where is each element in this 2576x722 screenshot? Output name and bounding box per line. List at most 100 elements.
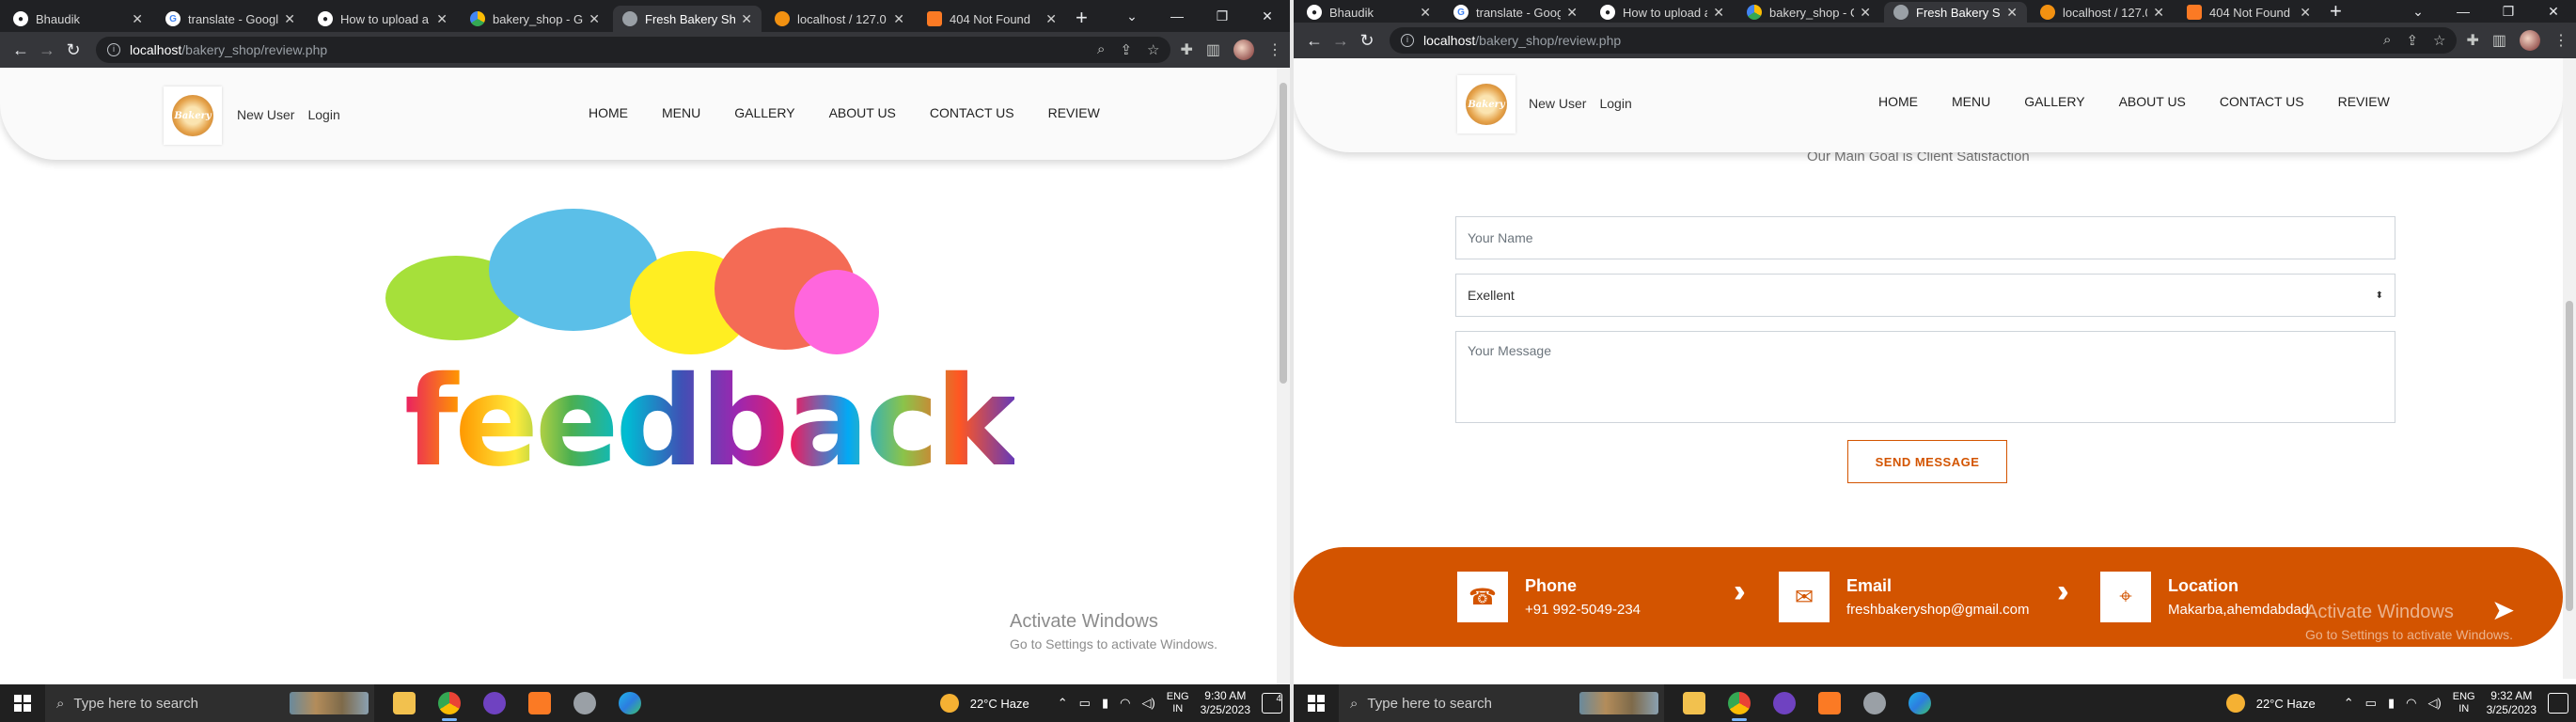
network-icon[interactable]: ▭ (2365, 696, 2377, 711)
chrome-app[interactable] (431, 684, 468, 722)
nav-contact-us[interactable]: CONTACT US (930, 105, 1014, 120)
login-link[interactable]: Login (307, 107, 339, 122)
share-icon[interactable]: ⇪ (1120, 41, 1132, 58)
taskbar-search[interactable]: ⌕ Type here to search (45, 684, 374, 722)
rating-select[interactable]: Exellent ⬍ (1455, 274, 2395, 317)
tab-404[interactable]: 404 Not Found ✕ (2177, 2, 2320, 23)
page-scrollbar[interactable] (2563, 58, 2576, 679)
reload-icon[interactable]: ↻ (60, 40, 86, 60)
new-tab-button[interactable]: + (2330, 1, 2342, 23)
start-button[interactable] (0, 684, 45, 722)
extensions-icon[interactable]: ✚ (2466, 31, 2478, 50)
back-icon[interactable]: ← (8, 40, 34, 60)
weather-icon[interactable] (939, 694, 959, 713)
nav-home[interactable]: HOME (1878, 94, 1918, 109)
url-input[interactable]: i localhost/bakery_shop/review.php ⌕ ⇪ ☆ (1390, 27, 2458, 54)
close-tab-icon[interactable]: ✕ (2300, 5, 2311, 21)
tab-404[interactable]: 404 Not Found ✕ (918, 6, 1066, 32)
tab-bakery-shop-drive[interactable]: bakery_shop - G ✕ (1737, 2, 1880, 23)
nav-review[interactable]: REVIEW (2338, 94, 2390, 109)
profile-avatar[interactable] (2520, 30, 2540, 51)
forward-icon[interactable]: → (34, 40, 60, 60)
site-info-icon[interactable]: i (107, 43, 120, 56)
new-user-link[interactable]: New User (1529, 96, 1586, 111)
weather-text[interactable]: 22°C Haze (2256, 697, 2316, 711)
menu-kebab-icon[interactable]: ⋮ (1267, 40, 1282, 59)
nav-home[interactable]: HOME (589, 105, 628, 120)
nav-gallery[interactable]: GALLERY (734, 105, 794, 120)
settings-app[interactable] (1856, 684, 1893, 722)
zoom-icon[interactable]: ⌕ (2383, 32, 2391, 49)
tab-bhaudik[interactable]: ● Bhaudik ✕ (4, 6, 152, 32)
tab-translate[interactable]: Gtranslate - Googl ✕ (1444, 2, 1587, 23)
edge-app[interactable] (1901, 684, 1939, 722)
nav-menu[interactable]: MENU (1952, 94, 1990, 109)
tab-how-to-upload[interactable]: ● How to upload a ✕ (308, 6, 457, 32)
notification-center-icon[interactable] (2548, 693, 2568, 714)
bakery-logo[interactable]: Bakery (1457, 75, 1516, 133)
name-input[interactable]: Your Name (1455, 216, 2395, 259)
share-icon[interactable]: ⇪ (2406, 32, 2418, 49)
taskbar-search[interactable]: ⌕ Type here to search (1339, 684, 1664, 722)
extensions-icon[interactable]: ✚ (1180, 40, 1192, 59)
close-tab-icon[interactable]: ✕ (1566, 5, 1578, 21)
close-window-button[interactable]: ✕ (2531, 4, 2576, 20)
new-user-link[interactable]: New User (237, 107, 294, 122)
bookmark-star-icon[interactable]: ☆ (2433, 32, 2445, 49)
back-icon[interactable]: ← (1301, 31, 1327, 51)
xampp-app[interactable] (1811, 684, 1848, 722)
file-explorer-app[interactable] (1675, 684, 1713, 722)
site-info-icon[interactable]: i (1401, 34, 1414, 47)
github-desktop-app[interactable] (476, 684, 513, 722)
minimize-button[interactable]: — (1154, 8, 1200, 24)
xampp-app[interactable] (521, 684, 558, 722)
notification-center-icon[interactable]: 4 (1262, 693, 1282, 714)
scrollbar-thumb[interactable] (1280, 83, 1287, 384)
close-tab-icon[interactable]: ✕ (893, 11, 904, 27)
close-tab-icon[interactable]: ✕ (1045, 11, 1057, 27)
minimize-button[interactable]: — (2441, 4, 2486, 19)
edge-app[interactable] (611, 684, 649, 722)
url-input[interactable]: i localhost/bakery_shop/review.php ⌕ ⇪ ☆ (96, 37, 1171, 63)
battery-icon[interactable]: ▮ (1102, 696, 1108, 711)
clock[interactable]: 9:30 AM 3/25/2023 (1201, 689, 1250, 717)
restore-button[interactable]: ❐ (2486, 4, 2531, 20)
restore-button[interactable]: ❐ (1200, 8, 1245, 24)
reload-icon[interactable]: ↻ (1354, 31, 1380, 51)
volume-icon[interactable]: ◁) (2427, 696, 2441, 711)
nav-contact-us[interactable]: CONTACT US (2220, 94, 2304, 109)
tab-translate[interactable]: Gtranslate - Googl ✕ (156, 6, 305, 32)
bakery-logo[interactable]: Bakery (164, 86, 222, 145)
close-tab-icon[interactable]: ✕ (1420, 5, 1431, 21)
language-indicator[interactable]: ENG IN (1167, 691, 1189, 715)
new-tab-button[interactable]: + (1076, 6, 1088, 32)
scrollbar-thumb[interactable] (2566, 301, 2573, 611)
close-tab-icon[interactable]: ✕ (436, 11, 448, 27)
volume-icon[interactable]: ◁) (1141, 696, 1154, 711)
page-scrollbar[interactable] (1277, 68, 1290, 684)
forward-icon[interactable]: → (1327, 31, 1354, 51)
tab-search-icon[interactable]: ⌄ (1109, 8, 1154, 24)
nav-menu[interactable]: MENU (662, 105, 700, 120)
tab-bhaudik[interactable]: ● Bhaudik ✕ (1297, 2, 1440, 23)
tab-bakery-shop-drive[interactable]: bakery_shop - G ✕ (461, 6, 609, 32)
chrome-app[interactable] (1720, 684, 1758, 722)
chevron-up-icon[interactable]: ⌃ (1058, 696, 1068, 711)
tab-phpmyadmin[interactable]: localhost / 127.0 ✕ (2031, 2, 2174, 23)
close-tab-icon[interactable]: ✕ (1860, 5, 1871, 21)
wifi-icon[interactable]: ◠ (2406, 696, 2416, 711)
send-message-button[interactable]: SEND MESSAGE (1847, 440, 2007, 483)
weather-text[interactable]: 22°C Haze (970, 697, 1029, 711)
tab-fresh-bakery[interactable]: Fresh Bakery Sh ✕ (613, 6, 762, 32)
tab-search-icon[interactable]: ⌄ (2395, 4, 2441, 20)
settings-app[interactable] (566, 684, 604, 722)
file-explorer-app[interactable] (385, 684, 423, 722)
login-link[interactable]: Login (1599, 96, 1631, 111)
nav-about-us[interactable]: ABOUT US (829, 105, 896, 120)
chevron-up-icon[interactable]: ⌃ (2344, 696, 2354, 711)
start-button[interactable] (1294, 684, 1339, 722)
close-window-button[interactable]: ✕ (1245, 8, 1290, 24)
close-tab-icon[interactable]: ✕ (589, 11, 600, 27)
profile-avatar[interactable] (1233, 39, 1254, 60)
close-tab-icon[interactable]: ✕ (1713, 5, 1724, 21)
